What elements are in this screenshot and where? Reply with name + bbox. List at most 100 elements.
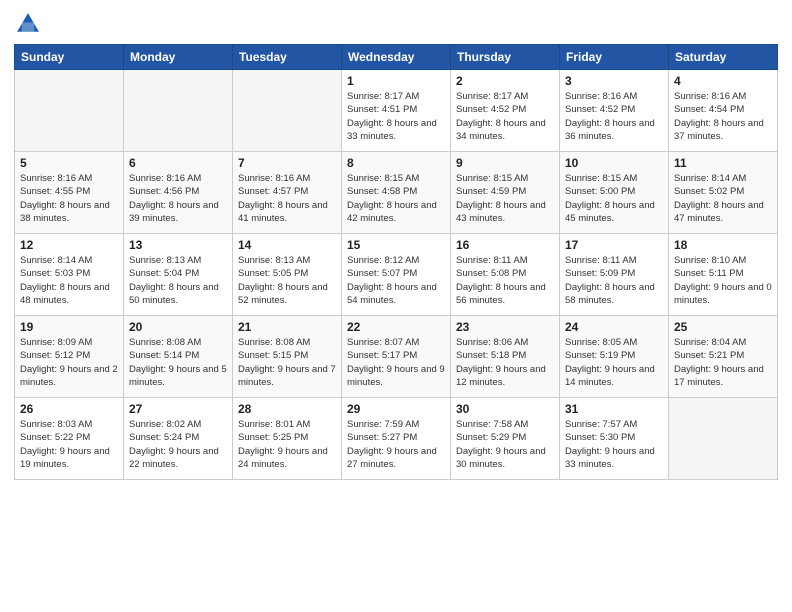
day-number: 15	[347, 238, 445, 252]
day-number: 26	[20, 402, 118, 416]
calendar-cell: 1 Sunrise: 8:17 AMSunset: 4:51 PMDaylight…	[342, 70, 451, 152]
day-number: 3	[565, 74, 663, 88]
calendar-week-2: 5Sunrise: 8:16 AMSunset: 4:55 PMDaylight…	[15, 152, 778, 234]
day-info: Sunrise: 8:01 AMSunset: 5:25 PMDaylight:…	[238, 418, 336, 471]
day-info: Sunrise: 8:08 AMSunset: 5:15 PMDaylight:…	[238, 336, 336, 389]
weekday-header-monday: Monday	[124, 45, 233, 70]
day-number: 10	[565, 156, 663, 170]
day-number: 22	[347, 320, 445, 334]
calendar-cell: 6 Sunrise: 8:16 AMSunset: 4:56 PMDaylight…	[124, 152, 233, 234]
day-number: 21	[238, 320, 336, 334]
day-info: Sunrise: 7:58 AMSunset: 5:29 PMDaylight:…	[456, 418, 554, 471]
day-info: Sunrise: 8:13 AMSunset: 5:05 PMDaylight:…	[238, 254, 336, 307]
weekday-header-saturday: Saturday	[669, 45, 778, 70]
calendar-cell: 11Sunrise: 8:14 AMSunset: 5:02 PMDayligh…	[669, 152, 778, 234]
day-number: 25	[674, 320, 772, 334]
day-info: Sunrise: 8:17 AMSunset: 4:51 PMDaylight:…	[347, 90, 445, 143]
logo-icon	[14, 10, 42, 38]
calendar-cell	[124, 70, 233, 152]
calendar-cell: 19 Sunrise: 8:09 AMSunset: 5:12 PMDayligh…	[15, 316, 124, 398]
day-number: 8	[347, 156, 445, 170]
calendar-week-1: 1 Sunrise: 8:17 AMSunset: 4:51 PMDaylight…	[15, 70, 778, 152]
day-number: 6	[129, 156, 227, 170]
calendar-week-4: 19 Sunrise: 8:09 AMSunset: 5:12 PMDayligh…	[15, 316, 778, 398]
day-info: Sunrise: 7:57 AMSunset: 5:30 PMDaylight:…	[565, 418, 663, 471]
day-info: Sunrise: 8:16 AMSunset: 4:52 PMDaylight:…	[565, 90, 663, 143]
calendar-cell: 8Sunrise: 8:15 AMSunset: 4:58 PMDaylight…	[342, 152, 451, 234]
day-number: 13	[129, 238, 227, 252]
day-info: Sunrise: 8:05 AMSunset: 5:19 PMDaylight:…	[565, 336, 663, 389]
day-info: Sunrise: 8:15 AMSunset: 4:59 PMDaylight:…	[456, 172, 554, 225]
calendar-cell: 24 Sunrise: 8:05 AMSunset: 5:19 PMDayligh…	[560, 316, 669, 398]
calendar-cell: 17 Sunrise: 8:11 AMSunset: 5:09 PMDayligh…	[560, 234, 669, 316]
weekday-header-friday: Friday	[560, 45, 669, 70]
day-number: 31	[565, 402, 663, 416]
day-info: Sunrise: 8:03 AMSunset: 5:22 PMDaylight:…	[20, 418, 118, 471]
day-number: 1	[347, 74, 445, 88]
day-info: Sunrise: 8:08 AMSunset: 5:14 PMDaylight:…	[129, 336, 227, 389]
calendar-cell: 3 Sunrise: 8:16 AMSunset: 4:52 PMDaylight…	[560, 70, 669, 152]
day-info: Sunrise: 8:12 AMSunset: 5:07 PMDaylight:…	[347, 254, 445, 307]
calendar-cell: 5Sunrise: 8:16 AMSunset: 4:55 PMDaylight…	[15, 152, 124, 234]
page: SundayMondayTuesdayWednesdayThursdayFrid…	[0, 0, 792, 612]
weekday-header-wednesday: Wednesday	[342, 45, 451, 70]
calendar-cell: 16 Sunrise: 8:11 AMSunset: 5:08 PMDayligh…	[451, 234, 560, 316]
calendar-cell: 14 Sunrise: 8:13 AMSunset: 5:05 PMDayligh…	[233, 234, 342, 316]
calendar-cell	[15, 70, 124, 152]
day-info: Sunrise: 8:16 AMSunset: 4:56 PMDaylight:…	[129, 172, 227, 225]
calendar-cell: 15 Sunrise: 8:12 AMSunset: 5:07 PMDayligh…	[342, 234, 451, 316]
calendar-cell: 18Sunrise: 8:10 AMSunset: 5:11 PMDayligh…	[669, 234, 778, 316]
calendar-cell: 20 Sunrise: 8:08 AMSunset: 5:14 PMDayligh…	[124, 316, 233, 398]
weekday-header-sunday: Sunday	[15, 45, 124, 70]
weekday-header-thursday: Thursday	[451, 45, 560, 70]
day-number: 30	[456, 402, 554, 416]
calendar-cell: 30 Sunrise: 7:58 AMSunset: 5:29 PMDayligh…	[451, 398, 560, 480]
calendar-cell	[233, 70, 342, 152]
day-info: Sunrise: 8:11 AMSunset: 5:08 PMDaylight:…	[456, 254, 554, 307]
weekday-header-tuesday: Tuesday	[233, 45, 342, 70]
header	[14, 10, 778, 38]
calendar-cell	[669, 398, 778, 480]
day-info: Sunrise: 8:07 AMSunset: 5:17 PMDaylight:…	[347, 336, 445, 389]
calendar-cell: 7 Sunrise: 8:16 AMSunset: 4:57 PMDaylight…	[233, 152, 342, 234]
day-number: 29	[347, 402, 445, 416]
day-number: 9	[456, 156, 554, 170]
calendar-week-5: 26 Sunrise: 8:03 AMSunset: 5:22 PMDayligh…	[15, 398, 778, 480]
day-number: 12	[20, 238, 118, 252]
day-number: 17	[565, 238, 663, 252]
day-info: Sunrise: 7:59 AMSunset: 5:27 PMDaylight:…	[347, 418, 445, 471]
day-number: 19	[20, 320, 118, 334]
day-number: 24	[565, 320, 663, 334]
day-number: 16	[456, 238, 554, 252]
day-info: Sunrise: 8:17 AMSunset: 4:52 PMDaylight:…	[456, 90, 554, 143]
day-number: 28	[238, 402, 336, 416]
calendar-cell: 12 Sunrise: 8:14 AMSunset: 5:03 PMDayligh…	[15, 234, 124, 316]
calendar-cell: 9 Sunrise: 8:15 AMSunset: 4:59 PMDaylight…	[451, 152, 560, 234]
day-info: Sunrise: 8:14 AMSunset: 5:03 PMDaylight:…	[20, 254, 118, 307]
calendar-cell: 22 Sunrise: 8:07 AMSunset: 5:17 PMDayligh…	[342, 316, 451, 398]
calendar-cell: 21 Sunrise: 8:08 AMSunset: 5:15 PMDayligh…	[233, 316, 342, 398]
day-info: Sunrise: 8:16 AMSunset: 4:57 PMDaylight:…	[238, 172, 336, 225]
day-info: Sunrise: 8:04 AMSunset: 5:21 PMDaylight:…	[674, 336, 772, 389]
calendar: SundayMondayTuesdayWednesdayThursdayFrid…	[14, 44, 778, 480]
calendar-cell: 10 Sunrise: 8:15 AMSunset: 5:00 PMDayligh…	[560, 152, 669, 234]
day-info: Sunrise: 8:11 AMSunset: 5:09 PMDaylight:…	[565, 254, 663, 307]
day-info: Sunrise: 8:13 AMSunset: 5:04 PMDaylight:…	[129, 254, 227, 307]
calendar-week-3: 12 Sunrise: 8:14 AMSunset: 5:03 PMDayligh…	[15, 234, 778, 316]
calendar-cell: 29 Sunrise: 7:59 AMSunset: 5:27 PMDayligh…	[342, 398, 451, 480]
calendar-cell: 4Sunrise: 8:16 AMSunset: 4:54 PMDaylight…	[669, 70, 778, 152]
calendar-cell: 27Sunrise: 8:02 AMSunset: 5:24 PMDayligh…	[124, 398, 233, 480]
day-number: 14	[238, 238, 336, 252]
day-info: Sunrise: 8:09 AMSunset: 5:12 PMDaylight:…	[20, 336, 118, 389]
calendar-cell: 28 Sunrise: 8:01 AMSunset: 5:25 PMDayligh…	[233, 398, 342, 480]
weekday-header-row: SundayMondayTuesdayWednesdayThursdayFrid…	[15, 45, 778, 70]
day-info: Sunrise: 8:15 AMSunset: 5:00 PMDaylight:…	[565, 172, 663, 225]
calendar-cell: 13 Sunrise: 8:13 AMSunset: 5:04 PMDayligh…	[124, 234, 233, 316]
day-number: 11	[674, 156, 772, 170]
day-number: 20	[129, 320, 227, 334]
day-number: 7	[238, 156, 336, 170]
calendar-cell: 2Sunrise: 8:17 AMSunset: 4:52 PMDaylight…	[451, 70, 560, 152]
calendar-cell: 25 Sunrise: 8:04 AMSunset: 5:21 PMDayligh…	[669, 316, 778, 398]
day-number: 5	[20, 156, 118, 170]
calendar-cell: 23Sunrise: 8:06 AMSunset: 5:18 PMDayligh…	[451, 316, 560, 398]
